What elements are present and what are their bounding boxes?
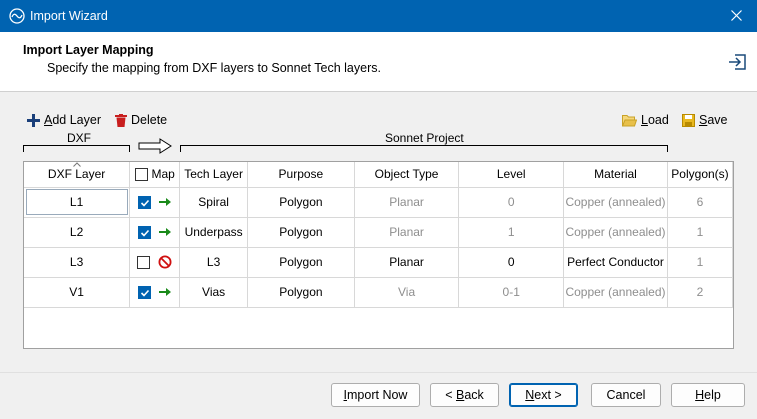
next-button[interactable]: Next > — [509, 383, 578, 407]
map-cell[interactable] — [129, 277, 181, 308]
dxf-layer-cell[interactable]: L1 — [24, 187, 131, 218]
plus-icon — [27, 113, 40, 127]
dxf-group-label: DXF — [67, 131, 91, 145]
help-button[interactable]: Help — [671, 383, 745, 407]
map-cell[interactable] — [129, 247, 181, 278]
mapped-arrow-icon — [159, 288, 172, 296]
sonnet-app-icon — [9, 8, 25, 24]
mapped-arrow-icon — [159, 198, 172, 206]
tech-layer-cell[interactable]: Spiral — [179, 187, 249, 218]
save-button[interactable]: Save — [682, 111, 728, 129]
object-type-cell[interactable]: Via — [354, 277, 460, 308]
table-header-row: DXF Layer Map Tech Layer Purpose Object … — [24, 162, 733, 188]
purpose-cell[interactable]: Polygon — [247, 247, 355, 278]
not-mapped-icon — [158, 255, 172, 269]
mapped-arrow-icon — [159, 228, 172, 236]
material-cell[interactable]: Perfect Conductor — [563, 247, 668, 278]
map-checkbox[interactable] — [138, 225, 152, 239]
polygons-cell: 1 — [667, 217, 733, 248]
trash-icon — [115, 113, 127, 127]
col-header-map[interactable]: Map — [129, 162, 181, 188]
load-button[interactable]: Load — [622, 111, 669, 129]
object-type-cell[interactable]: Planar — [354, 217, 460, 248]
col-header-dxf-layer[interactable]: DXF Layer — [24, 162, 131, 188]
close-icon — [731, 10, 742, 21]
material-cell[interactable]: Copper (annealed) — [563, 277, 668, 308]
import-now-button[interactable]: Import Now — [331, 383, 420, 407]
tech-layer-cell[interactable]: Vias — [179, 277, 249, 308]
level-cell[interactable]: 0-1 — [458, 277, 564, 308]
map-checkbox[interactable] — [138, 285, 152, 299]
col-header-material[interactable]: Material — [563, 162, 668, 188]
folder-open-icon — [622, 114, 637, 126]
object-type-cell[interactable]: Planar — [354, 247, 460, 278]
layer-mapping-table: DXF Layer Map Tech Layer Purpose Object … — [23, 161, 734, 349]
table-row[interactable]: V1 Vias Polygon Via 0-1 Copper (annealed… — [24, 277, 733, 308]
polygons-cell: 2 — [667, 277, 733, 308]
dxf-layer-cell[interactable]: V1 — [24, 277, 131, 308]
dxf-layer-cell[interactable]: L2 — [24, 217, 131, 248]
col-header-level[interactable]: Level — [458, 162, 564, 188]
page-subtitle: Specify the mapping from DXF layers to S… — [47, 61, 381, 75]
map-all-checkbox[interactable] — [134, 167, 148, 181]
object-type-cell[interactable]: Planar — [354, 187, 460, 218]
table-row[interactable]: L3 L3 Polygon Planar 0 Perfect Conductor… — [24, 247, 733, 278]
map-checkbox[interactable] — [138, 195, 152, 209]
col-header-object-type[interactable]: Object Type — [354, 162, 460, 188]
map-cell[interactable] — [129, 187, 181, 218]
window-title: Import Wizard — [30, 9, 108, 23]
checkmark-icon — [141, 229, 150, 237]
wizard-header: Import Layer Mapping Specify the mapping… — [0, 32, 757, 92]
tech-layer-cell[interactable]: L3 — [179, 247, 249, 278]
sonnet-group-label: Sonnet Project — [385, 131, 464, 145]
map-checkbox[interactable] — [137, 255, 151, 269]
col-header-tech-layer[interactable]: Tech Layer — [179, 162, 249, 188]
exit-icon[interactable] — [728, 53, 748, 71]
material-cell[interactable]: Copper (annealed) — [563, 217, 668, 248]
col-header-purpose[interactable]: Purpose — [247, 162, 355, 188]
purpose-cell[interactable]: Polygon — [247, 187, 355, 218]
table-row[interactable]: L2 Underpass Polygon Planar 1 Copper (an… — [24, 217, 733, 248]
polygons-cell: 6 — [667, 187, 733, 218]
level-cell[interactable]: 1 — [458, 217, 564, 248]
dxf-layer-cell[interactable]: L3 — [24, 247, 131, 278]
mapping-arrow-icon — [138, 138, 172, 154]
purpose-cell[interactable]: Polygon — [247, 217, 355, 248]
title-bar: Import Wizard — [0, 0, 757, 32]
table-row[interactable]: L1 Spiral Polygon Planar 0 Copper (annea… — [24, 187, 733, 218]
sort-ascending-icon — [72, 162, 81, 167]
save-icon — [682, 113, 695, 127]
checkmark-icon — [141, 289, 150, 297]
sonnet-group-bracket — [180, 145, 668, 152]
map-cell[interactable] — [129, 217, 181, 248]
tech-layer-cell[interactable]: Underpass — [179, 217, 249, 248]
level-cell[interactable]: 0 — [458, 187, 564, 218]
page-title: Import Layer Mapping — [23, 43, 154, 57]
polygons-cell: 1 — [667, 247, 733, 278]
delete-button[interactable]: Delete — [115, 111, 167, 129]
close-button[interactable] — [717, 0, 757, 32]
col-header-polygons[interactable]: Polygon(s) — [667, 162, 733, 188]
dxf-group-bracket — [23, 145, 130, 152]
back-button[interactable]: < Back — [430, 383, 499, 407]
checkmark-icon — [141, 199, 150, 207]
purpose-cell[interactable]: Polygon — [247, 277, 355, 308]
add-layer-button[interactable]: Add Layer — [27, 111, 101, 129]
material-cell[interactable]: Copper (annealed) — [563, 187, 668, 218]
footer-divider — [0, 372, 757, 373]
cancel-button[interactable]: Cancel — [591, 383, 661, 407]
level-cell[interactable]: 0 — [458, 247, 564, 278]
